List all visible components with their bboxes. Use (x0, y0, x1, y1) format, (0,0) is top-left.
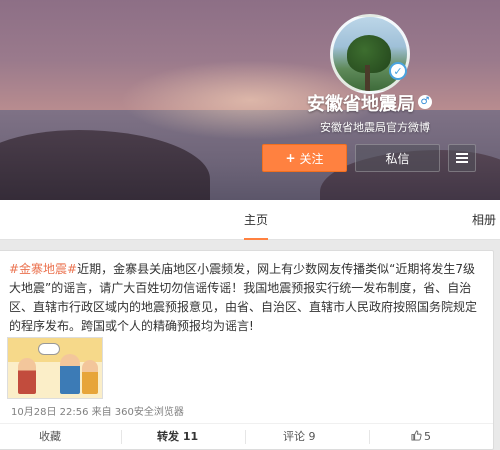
post-card: #金寨地震#近期，金寨县关庙地区小震频发，网上有少数网友传播类似“近期将发生7级… (0, 250, 494, 450)
post-time[interactable]: 10月28日 22:56 (11, 407, 88, 418)
more-menu-button[interactable] (448, 144, 476, 172)
divider (369, 430, 370, 444)
message-button-label: 私信 (385, 151, 410, 166)
image-speech-bubble (38, 343, 60, 355)
divider (245, 430, 246, 444)
topic-link[interactable]: #金寨地震# (9, 262, 77, 276)
profile-banner: ✓ 安徽省地震局 ♂ 安徽省地震局官方微博 + 关注 私信 (0, 0, 500, 200)
thumbs-up-icon (411, 430, 422, 441)
follow-button-label: 关注 (299, 151, 324, 166)
follow-button[interactable]: + 关注 (262, 144, 347, 172)
comment-button[interactable]: 评论 9 (283, 424, 316, 450)
avatar-trunk (365, 65, 370, 91)
tab-home[interactable]: 主页 (244, 200, 269, 240)
post-body: 近期，金寨县关庙地区小震频发，网上有少数网友传播类似“近期将发生7级大地震”的谣… (9, 262, 478, 333)
post-source: 来自 360安全浏览器 (88, 407, 184, 418)
divider (121, 430, 122, 444)
post-image[interactable] (7, 337, 103, 399)
post-text: #金寨地震#近期，金寨县关庙地区小震频发，网上有少数网友传播类似“近期将发生7级… (9, 260, 479, 336)
post-meta: 10月28日 22:56 来自 360安全浏览器 (11, 403, 184, 418)
message-button[interactable]: 私信 (355, 144, 440, 172)
post-actions: 收藏 转发 11 评论 9 5 (0, 423, 493, 449)
profile-name: 安徽省地震局 (307, 94, 415, 115)
menu-icon (456, 151, 468, 165)
repost-button[interactable]: 转发 11 (157, 424, 198, 450)
image-person (18, 358, 36, 394)
tab-album[interactable]: 相册 (472, 200, 496, 240)
image-person (60, 354, 80, 394)
image-person (82, 360, 98, 394)
plus-icon: + (285, 151, 296, 165)
male-gender-icon: ♂ (418, 95, 432, 109)
verified-badge-icon: ✓ (389, 62, 407, 80)
profile-tabs: 主页 相册 (0, 200, 500, 240)
avatar[interactable] (330, 14, 410, 94)
profile-description: 安徽省地震局官方微博 (320, 121, 430, 134)
like-button[interactable]: 5 (411, 424, 431, 450)
like-count: 5 (424, 430, 431, 443)
favorite-button[interactable]: 收藏 (39, 424, 61, 450)
